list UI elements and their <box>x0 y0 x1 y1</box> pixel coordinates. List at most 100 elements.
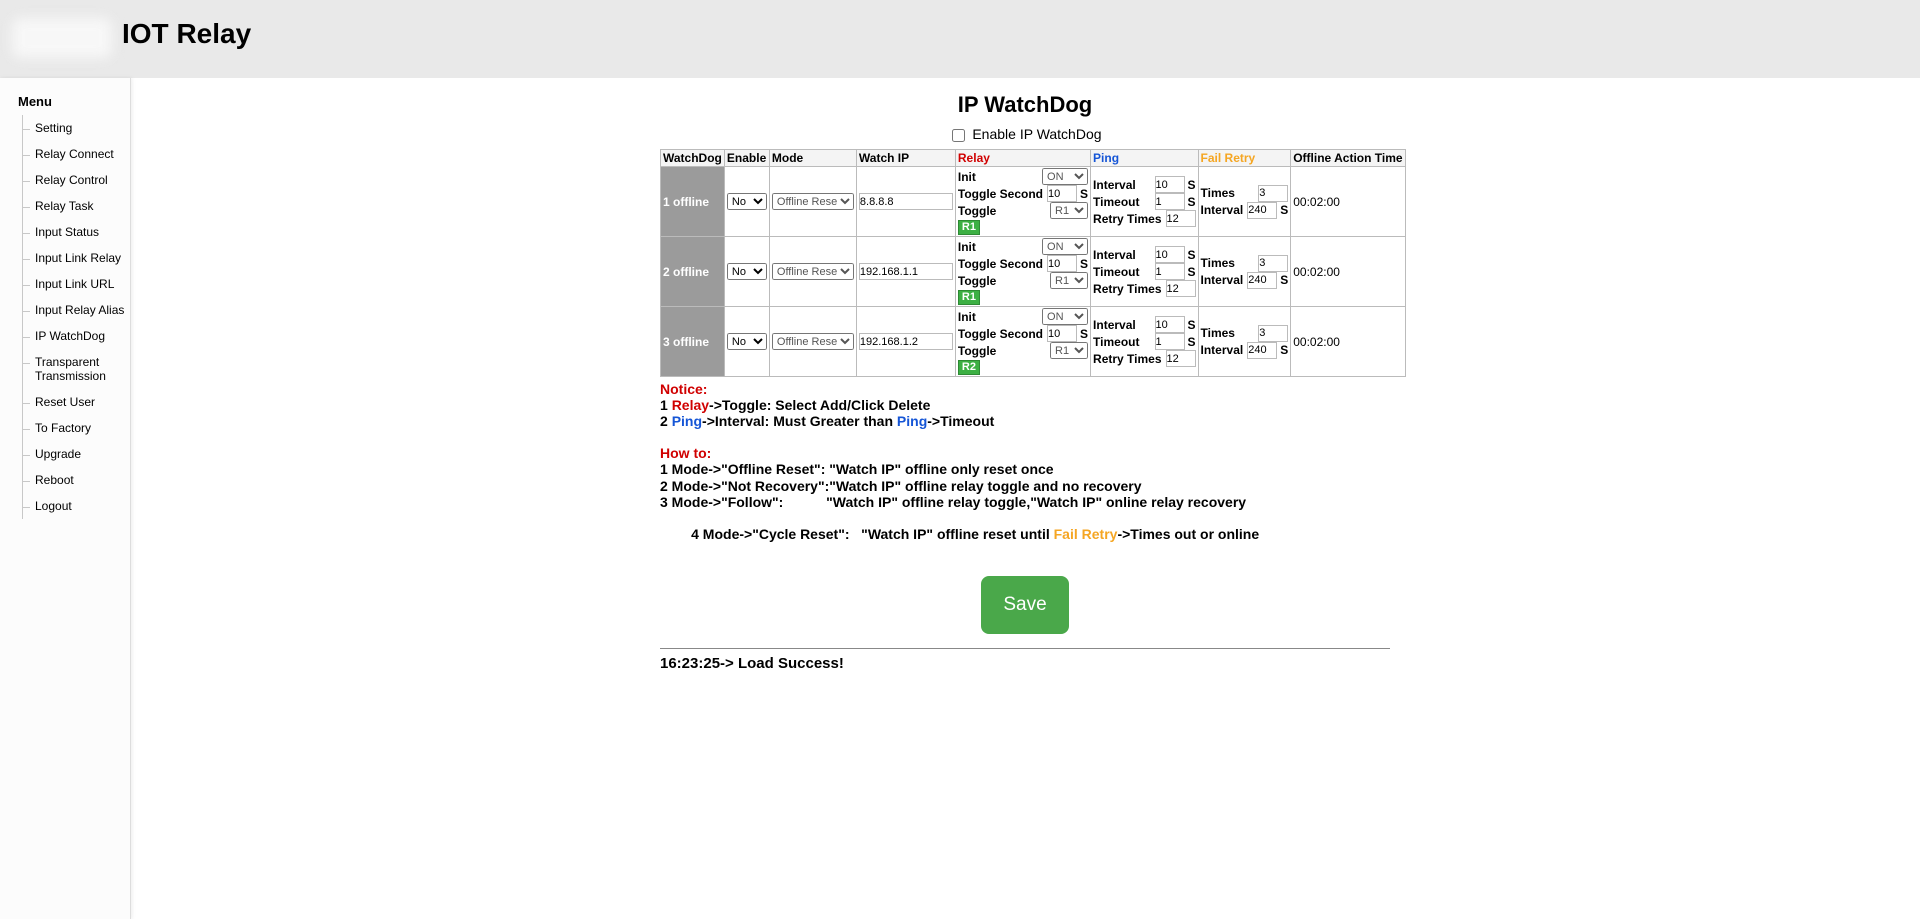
brand-logo-blur <box>12 18 112 58</box>
enable-select-2[interactable]: NoYes <box>727 263 767 280</box>
sidebar-item-logout[interactable]: Logout <box>22 493 130 519</box>
fail-times-input-1[interactable] <box>1258 185 1288 202</box>
sidebar-item-transparent-transmission[interactable]: Transparent Transmission <box>22 349 130 389</box>
watch-ip-input-3[interactable] <box>859 333 953 350</box>
sidebar-item-upgrade[interactable]: Upgrade <box>22 441 130 467</box>
sidebar-item-input-link-relay[interactable]: Input Link Relay <box>22 245 130 271</box>
watchdog-row-1: 1 offlineNoYes Offline ResetNot RecoveryF… <box>661 167 1406 237</box>
watch-ip-input-2[interactable] <box>859 263 953 280</box>
watchdog-row-2: 2 offlineNoYes Offline ResetNot RecoveryF… <box>661 237 1406 307</box>
enable-row: Enable IP WatchDog <box>660 126 1390 145</box>
sidebar-item-to-factory[interactable]: To Factory <box>22 415 130 441</box>
howto-line-1: 1 Mode->"Offline Reset": "Watch IP" offl… <box>660 461 1390 477</box>
enable-select-1[interactable]: NoYes <box>727 193 767 210</box>
sidebar-item-input-link-url[interactable]: Input Link URL <box>22 271 130 297</box>
row-label-1: 1 offline <box>661 167 725 237</box>
row-label-3: 3 offline <box>661 307 725 377</box>
ping-retry-input-1[interactable] <box>1166 210 1196 227</box>
header-title: IOT Relay <box>122 18 251 50</box>
notice-block: Notice: 1 Relay->Toggle: Select Add/Clic… <box>660 381 1390 558</box>
notice-header: Notice: <box>660 381 707 397</box>
sidebar-item-relay-connect[interactable]: Relay Connect <box>22 141 130 167</box>
enable-watchdog-text: Enable IP WatchDog <box>972 126 1101 142</box>
watch-ip-input-1[interactable] <box>859 193 953 210</box>
watchdog-table: WatchDog Enable Mode Watch IP Relay Ping… <box>660 149 1406 377</box>
notice-1-relay: Relay <box>672 397 709 413</box>
relay-togglesec-input-1[interactable] <box>1047 185 1077 202</box>
watchdog-row-3: 3 offlineNoYes Offline ResetNot RecoveryF… <box>661 307 1406 377</box>
fail-times-input-3[interactable] <box>1258 325 1288 342</box>
ping-retry-input-3[interactable] <box>1166 350 1196 367</box>
enable-watchdog-label[interactable]: Enable IP WatchDog <box>948 126 1101 142</box>
relay-chip-2[interactable]: R1 <box>958 290 980 305</box>
status-line: 16:23:25-> Load Success! <box>660 655 1390 672</box>
notice-2-suffix: ->Timeout <box>927 413 994 429</box>
notice-2-ping2: Ping <box>897 413 927 429</box>
relay-init-select-3[interactable]: ONOFF <box>1042 308 1088 325</box>
offline-action-time-1: 00:02:00 <box>1291 167 1405 237</box>
mode-select-3[interactable]: Offline ResetNot RecoveryFollowCycle Res… <box>772 333 854 350</box>
ping-interval-input-1[interactable] <box>1155 176 1185 193</box>
status-time: 16:23:25 <box>660 655 720 672</box>
th-ping: Ping <box>1091 150 1198 167</box>
relay-toggle-select-3[interactable]: R1R2 <box>1050 342 1088 359</box>
howto-line-2: 2 Mode->"Not Recovery":"Watch IP" offlin… <box>660 478 1390 494</box>
relay-init-select-1[interactable]: ONOFF <box>1042 168 1088 185</box>
notice-1-prefix: 1 <box>660 397 672 413</box>
page-title: IP WatchDog <box>660 92 1390 118</box>
sidebar: Menu SettingRelay ConnectRelay ControlRe… <box>0 78 131 919</box>
howto-4-fail: Fail Retry <box>1054 526 1118 542</box>
relay-togglesec-input-3[interactable] <box>1047 325 1077 342</box>
howto-line-3: 3 Mode->"Follow": "Watch IP" offline rel… <box>660 494 1390 510</box>
sidebar-item-input-relay-alias[interactable]: Input Relay Alias <box>22 297 130 323</box>
ping-timeout-input-1[interactable] <box>1155 193 1185 210</box>
notice-1-rest: ->Toggle: Select Add/Click Delete <box>709 397 930 413</box>
th-enable: Enable <box>724 150 769 167</box>
sidebar-item-setting[interactable]: Setting <box>22 115 130 141</box>
relay-chip-1[interactable]: R1 <box>958 220 980 235</box>
notice-2-prefix: 2 <box>660 413 672 429</box>
sidebar-item-reboot[interactable]: Reboot <box>22 467 130 493</box>
header-band: IOT Relay <box>0 0 1920 78</box>
mode-select-1[interactable]: Offline ResetNot RecoveryFollowCycle Res… <box>772 193 854 210</box>
relay-init-select-2[interactable]: ONOFF <box>1042 238 1088 255</box>
th-mode: Mode <box>769 150 856 167</box>
ping-timeout-input-3[interactable] <box>1155 333 1185 350</box>
th-offline-action-time: Offline Action Time <box>1291 150 1405 167</box>
fail-interval-input-2[interactable] <box>1247 272 1277 289</box>
fail-interval-input-1[interactable] <box>1247 202 1277 219</box>
howto-header: How to: <box>660 445 711 461</box>
fail-times-input-2[interactable] <box>1258 255 1288 272</box>
relay-toggle-select-1[interactable]: R1R2 <box>1050 202 1088 219</box>
sidebar-item-relay-control[interactable]: Relay Control <box>22 167 130 193</box>
enable-watchdog-checkbox[interactable] <box>952 129 965 142</box>
sidebar-item-relay-task[interactable]: Relay Task <box>22 193 130 219</box>
mode-select-2[interactable]: Offline ResetNot RecoveryFollowCycle Res… <box>772 263 854 280</box>
ping-timeout-input-2[interactable] <box>1155 263 1185 280</box>
menu-title: Menu <box>0 88 130 115</box>
enable-select-3[interactable]: NoYes <box>727 333 767 350</box>
ping-retry-input-2[interactable] <box>1166 280 1196 297</box>
row-label-2: 2 offline <box>661 237 725 307</box>
sidebar-item-reset-user[interactable]: Reset User <box>22 389 130 415</box>
ping-interval-input-3[interactable] <box>1155 316 1185 333</box>
howto-4-prefix: 4 Mode->"Cycle Reset": "Watch IP" offlin… <box>691 526 1054 542</box>
howto-4-suffix: ->Times out or online <box>1117 526 1259 542</box>
relay-togglesec-input-2[interactable] <box>1047 255 1077 272</box>
sidebar-item-input-status[interactable]: Input Status <box>22 219 130 245</box>
menu-list: SettingRelay ConnectRelay ControlRelay T… <box>0 115 130 519</box>
offline-action-time-3: 00:02:00 <box>1291 307 1405 377</box>
relay-toggle-select-2[interactable]: R1R2 <box>1050 272 1088 289</box>
divider <box>660 648 1390 649</box>
th-fail-retry: Fail Retry <box>1198 150 1291 167</box>
ping-interval-input-2[interactable] <box>1155 246 1185 263</box>
fail-interval-input-3[interactable] <box>1247 342 1277 359</box>
offline-action-time-2: 00:02:00 <box>1291 237 1405 307</box>
status-text: -> Load Success! <box>720 655 844 672</box>
save-button[interactable]: Save <box>981 576 1069 634</box>
relay-chip-3[interactable]: R2 <box>958 360 980 375</box>
th-watchdog: WatchDog <box>661 150 725 167</box>
sidebar-item-ip-watchdog[interactable]: IP WatchDog <box>22 323 130 349</box>
notice-2-ping: Ping <box>672 413 702 429</box>
th-watch-ip: Watch IP <box>856 150 955 167</box>
